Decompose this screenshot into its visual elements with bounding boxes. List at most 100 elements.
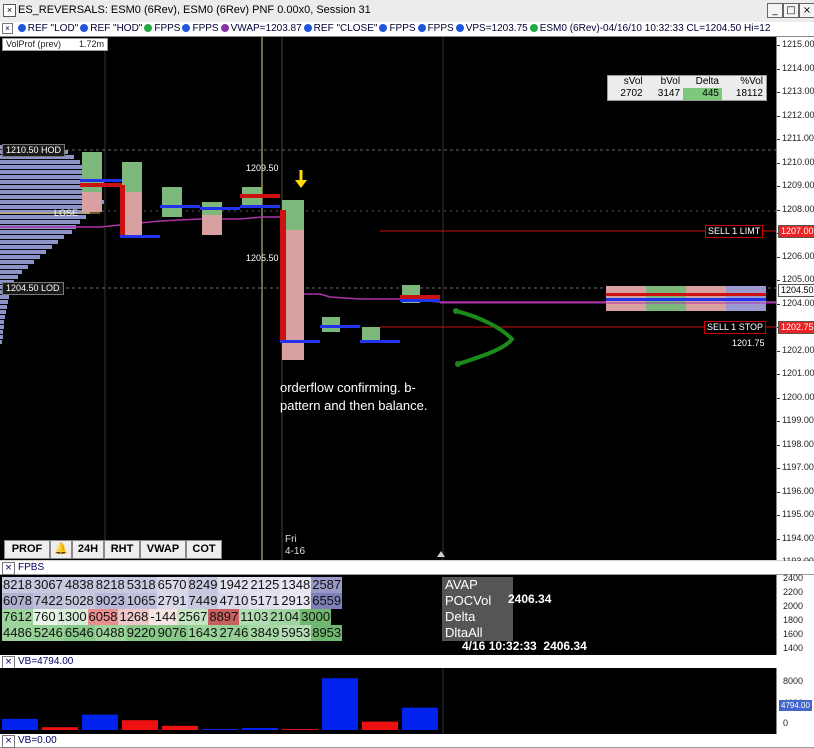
- scale-tick-label: 1214.00: [782, 62, 814, 73]
- fpbs-cell: 2104: [269, 609, 301, 625]
- fpbs-cell: 8953: [311, 625, 343, 641]
- entry-arrow-icon: [295, 170, 307, 188]
- fpbs-axis[interactable]: 2400 2200 2000 1800 1600 1400: [776, 573, 814, 655]
- fpbs-cell: 6559: [311, 593, 343, 609]
- study-item[interactable]: VWAP=1203.87: [220, 23, 302, 34]
- study-item[interactable]: REF "HOD": [80, 23, 142, 34]
- study-label: FPPS: [427, 23, 454, 34]
- stat-header: bVol: [660, 76, 681, 87]
- scale-tick-label: 1196.00: [782, 485, 814, 496]
- study-label: VPS=1203.75: [465, 23, 528, 34]
- scale-tick-label: 1211.00: [782, 133, 814, 143]
- scale-tick-mark: [777, 68, 780, 70]
- study-legend-bar: × REF "LOD" REF "HOD" FPPS FPPS VWAP=1203.87…: [0, 22, 814, 37]
- study-item[interactable]: REF "CLOSE": [303, 23, 378, 34]
- stat-value: 2702: [620, 88, 643, 99]
- vb-bar: [162, 725, 198, 730]
- fpbs-cell: 9023: [94, 593, 126, 609]
- study-item[interactable]: VPS=1203.75: [455, 23, 528, 34]
- vb-bar: [242, 728, 278, 730]
- vwap-button[interactable]: VWAP: [140, 540, 186, 559]
- study-label: FPPS: [192, 23, 219, 34]
- study-label: REF "CLOSE": [313, 23, 378, 34]
- vb-bar: [322, 678, 358, 730]
- fpbs-cell: 1942: [218, 577, 250, 593]
- 24h-button[interactable]: 24H: [72, 540, 104, 559]
- fpbs-row: 8218 3067 4838 8218 5318 6570 8249 1942 2125 1348…: [2, 577, 343, 593]
- fpbs-scale-label: 2200: [783, 587, 804, 597]
- current-profile: [606, 286, 766, 311]
- minimize-button[interactable]: _: [767, 3, 783, 18]
- fpbs-scale-label: 1800: [783, 615, 804, 625]
- study-label: REF "HOD": [90, 23, 143, 34]
- scale-tick-mark: [777, 350, 780, 352]
- annotation-text: orderflow confirming. b-pattern and then…: [280, 380, 428, 413]
- stat-header: Delta: [695, 76, 719, 87]
- stat-value: 18112: [735, 88, 763, 99]
- fpbs-cell: 7422: [32, 593, 64, 609]
- alert-bell-button[interactable]: 🔔: [50, 540, 72, 559]
- fpbs-title: FPBS: [18, 562, 45, 573]
- fpbs-cell: 760: [32, 609, 57, 625]
- price-1201-75: 1201.75: [732, 338, 765, 348]
- date-date: 4-16: [285, 546, 306, 557]
- close-chart-icon[interactable]: ×: [3, 4, 16, 17]
- sell-stop-price-tag: 1202.75: [778, 321, 814, 334]
- vb-bar: [122, 720, 158, 730]
- study-dot-icon: [455, 24, 464, 32]
- label-1209-50: 1209.50: [246, 163, 279, 173]
- volprof-label: VolProf (prev) 1.72m: [2, 38, 108, 51]
- stat-header: %Vol: [740, 76, 763, 87]
- close-button[interactable]: ×: [799, 3, 814, 18]
- study-item[interactable]: ESM0 (6Rev)-04/16/10 10:32:33 CL=1204.50…: [529, 23, 770, 34]
- study-item[interactable]: FPPS: [379, 23, 416, 34]
- fpbs-cell: 6058: [87, 609, 119, 625]
- date-label: Fri 4-16: [285, 534, 305, 558]
- scale-tick-mark: [777, 538, 780, 540]
- rht-button[interactable]: RHT: [104, 540, 140, 559]
- volprof-title: VolProf (prev): [6, 39, 62, 49]
- scale-tick-label: 1194.00: [782, 532, 814, 543]
- vb-header: × VB=4794.00: [0, 655, 814, 669]
- study-item[interactable]: FPPS: [417, 23, 454, 34]
- scale-tick-mark: [777, 374, 780, 375]
- vb-scale-label: 0: [783, 718, 789, 728]
- fpbs-cell: 3067: [32, 577, 64, 593]
- close-label: LOSE: [54, 208, 79, 218]
- cot-button[interactable]: COT: [186, 540, 222, 559]
- maximize-button[interactable]: □: [783, 3, 799, 18]
- prof-button[interactable]: PROF: [4, 540, 50, 559]
- window-titlebar: × ES_REVERSALS: ESM0 (6Rev), ESM0 (6Rev)…: [0, 0, 814, 23]
- fpbs-cell: 1643: [187, 625, 219, 641]
- fpbs-readout-top: 2406.34: [508, 592, 552, 606]
- sell-limit-order[interactable]: SELL 1 LIMT: [705, 225, 764, 238]
- study-item[interactable]: REF "LOD": [17, 23, 78, 34]
- session-stats-table: sVol bVol Delta %Vol 2702 3147 445 18112: [607, 75, 767, 101]
- fpbs-cell: 5318: [125, 577, 157, 593]
- price-axis[interactable]: 1215.00 1214.00 1213.00 1212.00 1211.00 1210.…: [776, 37, 814, 566]
- fpbs-cell: 4838: [63, 577, 95, 593]
- study-dot-icon: [80, 24, 89, 32]
- stat-value: 3147: [657, 88, 681, 99]
- scale-tick-mark: [777, 280, 780, 281]
- scale-tick-mark: [777, 256, 780, 258]
- scale-tick-mark: [777, 209, 780, 211]
- price-chart[interactable]: VolProf (prev) 1.72m sVol bVol Delta %Vol 2…: [0, 37, 776, 560]
- study-dot-icon: [182, 24, 191, 32]
- fpbs-cell: 2913: [280, 593, 312, 609]
- fpbs-row: 6078 7422 5028 9023 1065 2791 7449 4710 5171 2913…: [2, 593, 343, 609]
- scale-tick-label: 1197.00: [782, 462, 814, 472]
- scale-tick-mark: [777, 162, 780, 164]
- vb-axis[interactable]: 800040000 4794.00: [776, 668, 814, 734]
- scale-tick-mark: [777, 421, 780, 422]
- close-vb2-icon[interactable]: ×: [2, 735, 15, 748]
- close-study-icon[interactable]: ×: [2, 23, 13, 34]
- fpbs-header: × FPBS: [0, 561, 814, 575]
- sell-stop-order[interactable]: SELL 1 STOP: [704, 321, 767, 334]
- study-item[interactable]: FPPS: [182, 23, 219, 34]
- last-price-tag: 1204.50: [778, 284, 814, 297]
- close-fpbs-icon[interactable]: ×: [2, 562, 15, 575]
- scale-tick-mark: [777, 515, 780, 516]
- study-item[interactable]: FPPS: [144, 23, 180, 34]
- scale-tick-label: 1202.00: [782, 344, 814, 355]
